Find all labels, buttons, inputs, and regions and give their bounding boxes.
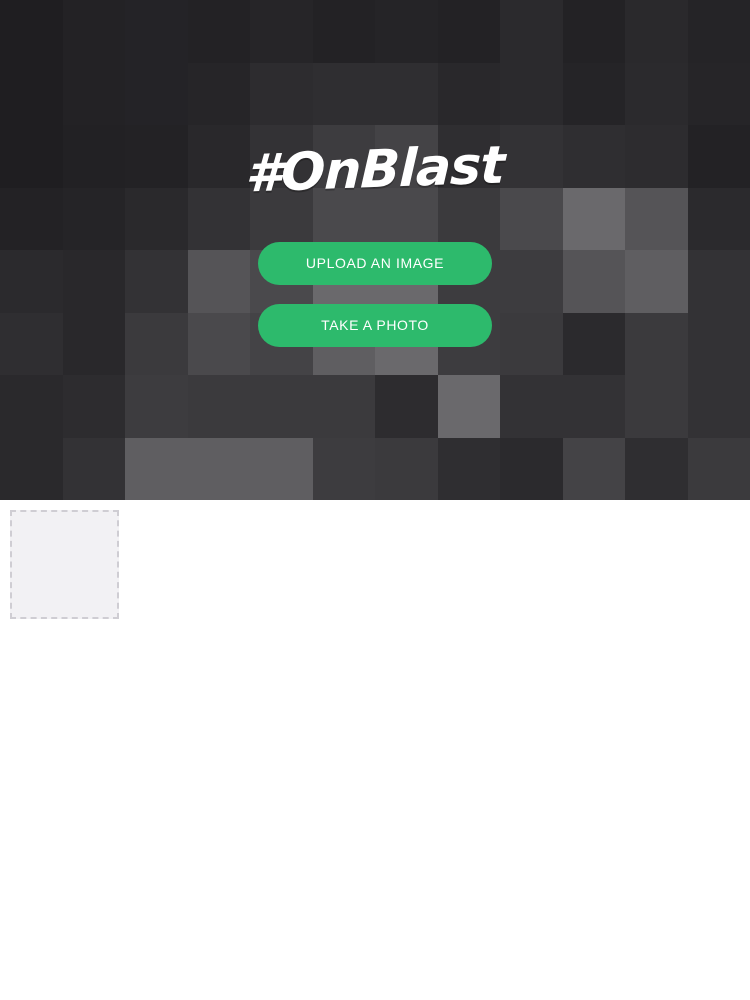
- mosaic-tile: [625, 0, 688, 63]
- mosaic-tile: [62, 312, 125, 375]
- mosaic-tile: [500, 312, 563, 375]
- mosaic-tile: [687, 375, 750, 438]
- mosaic-tile: [0, 312, 63, 375]
- mosaic-tile: [62, 437, 125, 500]
- mosaic-tile: [562, 62, 625, 125]
- hero-banner: #OnBlast UPLOAD AN IMAGE TAKE A PHOTO: [0, 0, 750, 500]
- mosaic-tile: [0, 437, 63, 500]
- mosaic-tile: [625, 437, 688, 500]
- mosaic-tile: [687, 62, 750, 125]
- mosaic-tile: [687, 250, 750, 313]
- mosaic-tile: [62, 375, 125, 438]
- mosaic-tile: [687, 187, 750, 250]
- mosaic-tile: [125, 437, 188, 500]
- mosaic-tile: [562, 375, 625, 438]
- mosaic-tile: [125, 375, 188, 438]
- take-photo-button[interactable]: TAKE A PHOTO: [258, 304, 492, 347]
- mosaic-tile: [562, 312, 625, 375]
- mosaic-tile: [312, 0, 375, 63]
- mosaic-tile: [437, 375, 500, 438]
- mosaic-tile: [562, 250, 625, 313]
- upload-image-button[interactable]: UPLOAD AN IMAGE: [258, 242, 492, 285]
- mosaic-tile: [0, 62, 63, 125]
- mosaic-tile: [187, 250, 250, 313]
- mosaic-tile: [500, 375, 563, 438]
- mosaic-tile: [562, 437, 625, 500]
- mosaic-tile: [625, 312, 688, 375]
- mosaic-tile: [312, 375, 375, 438]
- mosaic-tile: [500, 0, 563, 63]
- mosaic-tile: [625, 187, 688, 250]
- mosaic-tile: [250, 62, 313, 125]
- mosaic-tile: [312, 437, 375, 500]
- mosaic-tile: [187, 312, 250, 375]
- mosaic-tile: [375, 62, 438, 125]
- mosaic-tile: [437, 437, 500, 500]
- image-placeholder-slot[interactable]: [10, 510, 119, 619]
- mosaic-tile: [187, 62, 250, 125]
- mosaic-tile: [562, 0, 625, 63]
- mosaic-tile: [687, 312, 750, 375]
- mosaic-tile: [125, 312, 188, 375]
- mosaic-tile: [625, 375, 688, 438]
- mosaic-tile: [250, 375, 313, 438]
- mosaic-tile: [62, 0, 125, 63]
- mosaic-tile: [250, 437, 313, 500]
- mosaic-tile: [437, 62, 500, 125]
- mosaic-tile: [437, 0, 500, 63]
- mosaic-tile: [125, 62, 188, 125]
- mosaic-tile: [500, 437, 563, 500]
- mosaic-tile: [187, 375, 250, 438]
- mosaic-tile: [375, 375, 438, 438]
- mosaic-tile: [375, 437, 438, 500]
- mosaic-tile: [500, 187, 563, 250]
- mosaic-tile: [312, 62, 375, 125]
- mosaic-tile: [375, 0, 438, 63]
- mosaic-tile: [625, 62, 688, 125]
- mosaic-tile: [500, 250, 563, 313]
- mosaic-tile: [125, 0, 188, 63]
- mosaic-tile: [62, 250, 125, 313]
- mosaic-tile: [562, 187, 625, 250]
- mosaic-tile: [500, 62, 563, 125]
- mosaic-tile: [625, 250, 688, 313]
- mosaic-tile: [687, 437, 750, 500]
- mosaic-tile: [62, 62, 125, 125]
- mosaic-tile: [125, 250, 188, 313]
- mosaic-tile: [0, 0, 63, 63]
- mosaic-tile: [187, 437, 250, 500]
- mosaic-tile: [687, 0, 750, 63]
- mosaic-tile: [250, 0, 313, 63]
- mosaic-tile: [0, 375, 63, 438]
- mosaic-tile: [0, 250, 63, 313]
- mosaic-tile: [187, 0, 250, 63]
